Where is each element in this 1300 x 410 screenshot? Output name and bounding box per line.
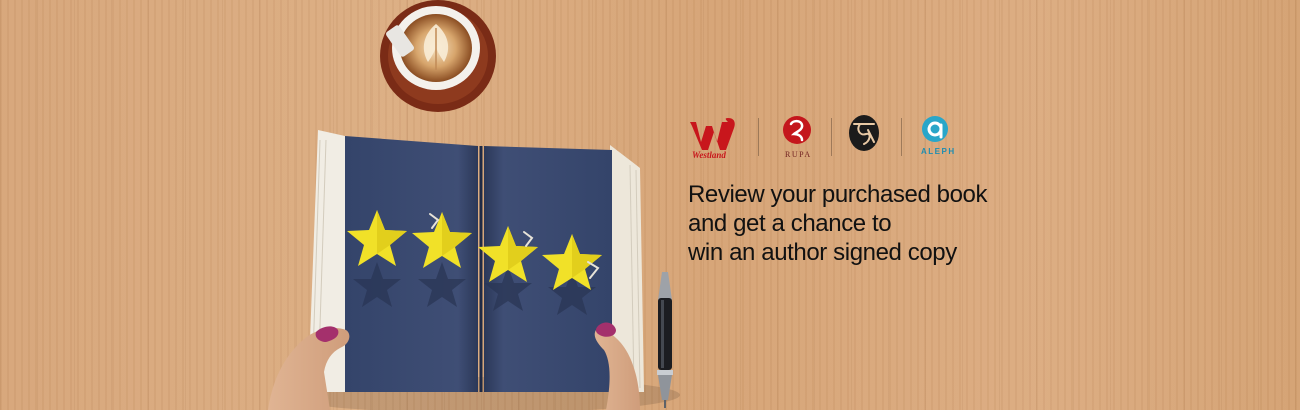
headline-line: and get a chance to	[688, 210, 892, 237]
banner-scene	[268, 0, 680, 410]
westland-label: Westland	[692, 150, 726, 160]
rupa-logo	[783, 116, 811, 144]
westland-logo	[690, 118, 735, 150]
headline-line: win an author signed copy	[688, 239, 957, 266]
headline-line: Review your purchased book	[688, 181, 988, 208]
logo-divider	[901, 118, 902, 156]
publisher-logos: Westland RUPA ALEPH	[688, 112, 988, 166]
promo-headline: Review your purchased book and get a cha…	[688, 180, 1088, 267]
rupa-label: RUPA	[785, 150, 812, 159]
coffee-cup-icon	[380, 0, 496, 112]
aleph-logo	[922, 116, 948, 142]
logo-divider	[758, 118, 759, 156]
promo-banner[interactable]: Westland RUPA ALEPH Review your purchase…	[0, 0, 1300, 410]
logo-divider	[831, 118, 832, 156]
script-logo	[849, 115, 879, 151]
aleph-label: ALEPH	[921, 147, 956, 156]
